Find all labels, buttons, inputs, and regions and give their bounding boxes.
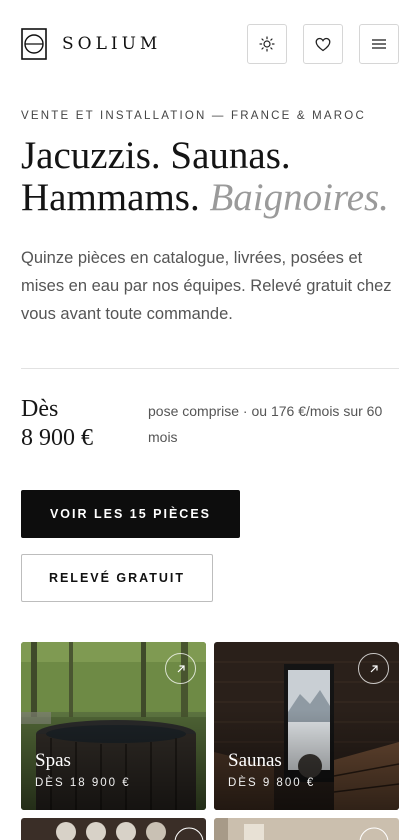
logo-icon[interactable] — [21, 28, 47, 60]
free-survey-button[interactable]: RELEVÉ GRATUIT — [21, 554, 213, 602]
arrow-glyph — [177, 664, 185, 672]
price-label: Dès — [21, 396, 59, 422]
bathtub-image — [214, 818, 399, 840]
card-title: Saunas — [228, 750, 282, 771]
sun-icon — [259, 36, 275, 52]
hero-eyebrow: VENTE ET INSTALLATION — FRANCE & MAROC — [21, 110, 366, 122]
brand-name[interactable]: SOLIUM — [62, 34, 161, 54]
view-pieces-button[interactable]: VOIR LES 15 PIÈCES — [21, 490, 240, 538]
category-card-saunas[interactable]: Saunas DÈS 9 800 € — [214, 642, 399, 810]
hero-intro: Quinze pièces en catalogue, livrées, pos… — [21, 249, 392, 323]
headline-line-2: Hammams. — [21, 176, 200, 219]
card-title: Spas — [35, 750, 71, 771]
hammam-image — [21, 818, 206, 840]
theme-toggle-button[interactable] — [247, 24, 287, 64]
favorites-button[interactable] — [303, 24, 343, 64]
arrow-up-right-icon[interactable] — [358, 653, 389, 684]
headline-line-1: Jacuzzis. Saunas. — [21, 134, 291, 177]
site-header: SOLIUM — [0, 0, 420, 90]
section-divider — [21, 368, 399, 369]
card-price: DÈS 18 900 € — [35, 777, 131, 789]
category-card-spas[interactable]: Spas DÈS 18 900 € — [21, 642, 206, 810]
menu-icon — [372, 39, 386, 49]
hero-headline: Jacuzzis. Saunas. Hammams. Baignoires. — [21, 135, 411, 219]
category-card-partial-right[interactable] — [214, 818, 399, 840]
heart-icon — [315, 37, 331, 51]
card-price: DÈS 9 800 € — [228, 777, 316, 789]
price-note: pose comprise · ou 176 €/mois sur 60 moi… — [148, 403, 383, 445]
menu-button[interactable] — [359, 24, 399, 64]
headline-alt: Baignoires. — [209, 176, 389, 219]
category-card-partial-left[interactable] — [21, 818, 206, 840]
price-amount: 8 900 € — [21, 425, 93, 451]
arrow-glyph — [370, 664, 378, 672]
arrow-up-right-icon[interactable] — [165, 653, 196, 684]
